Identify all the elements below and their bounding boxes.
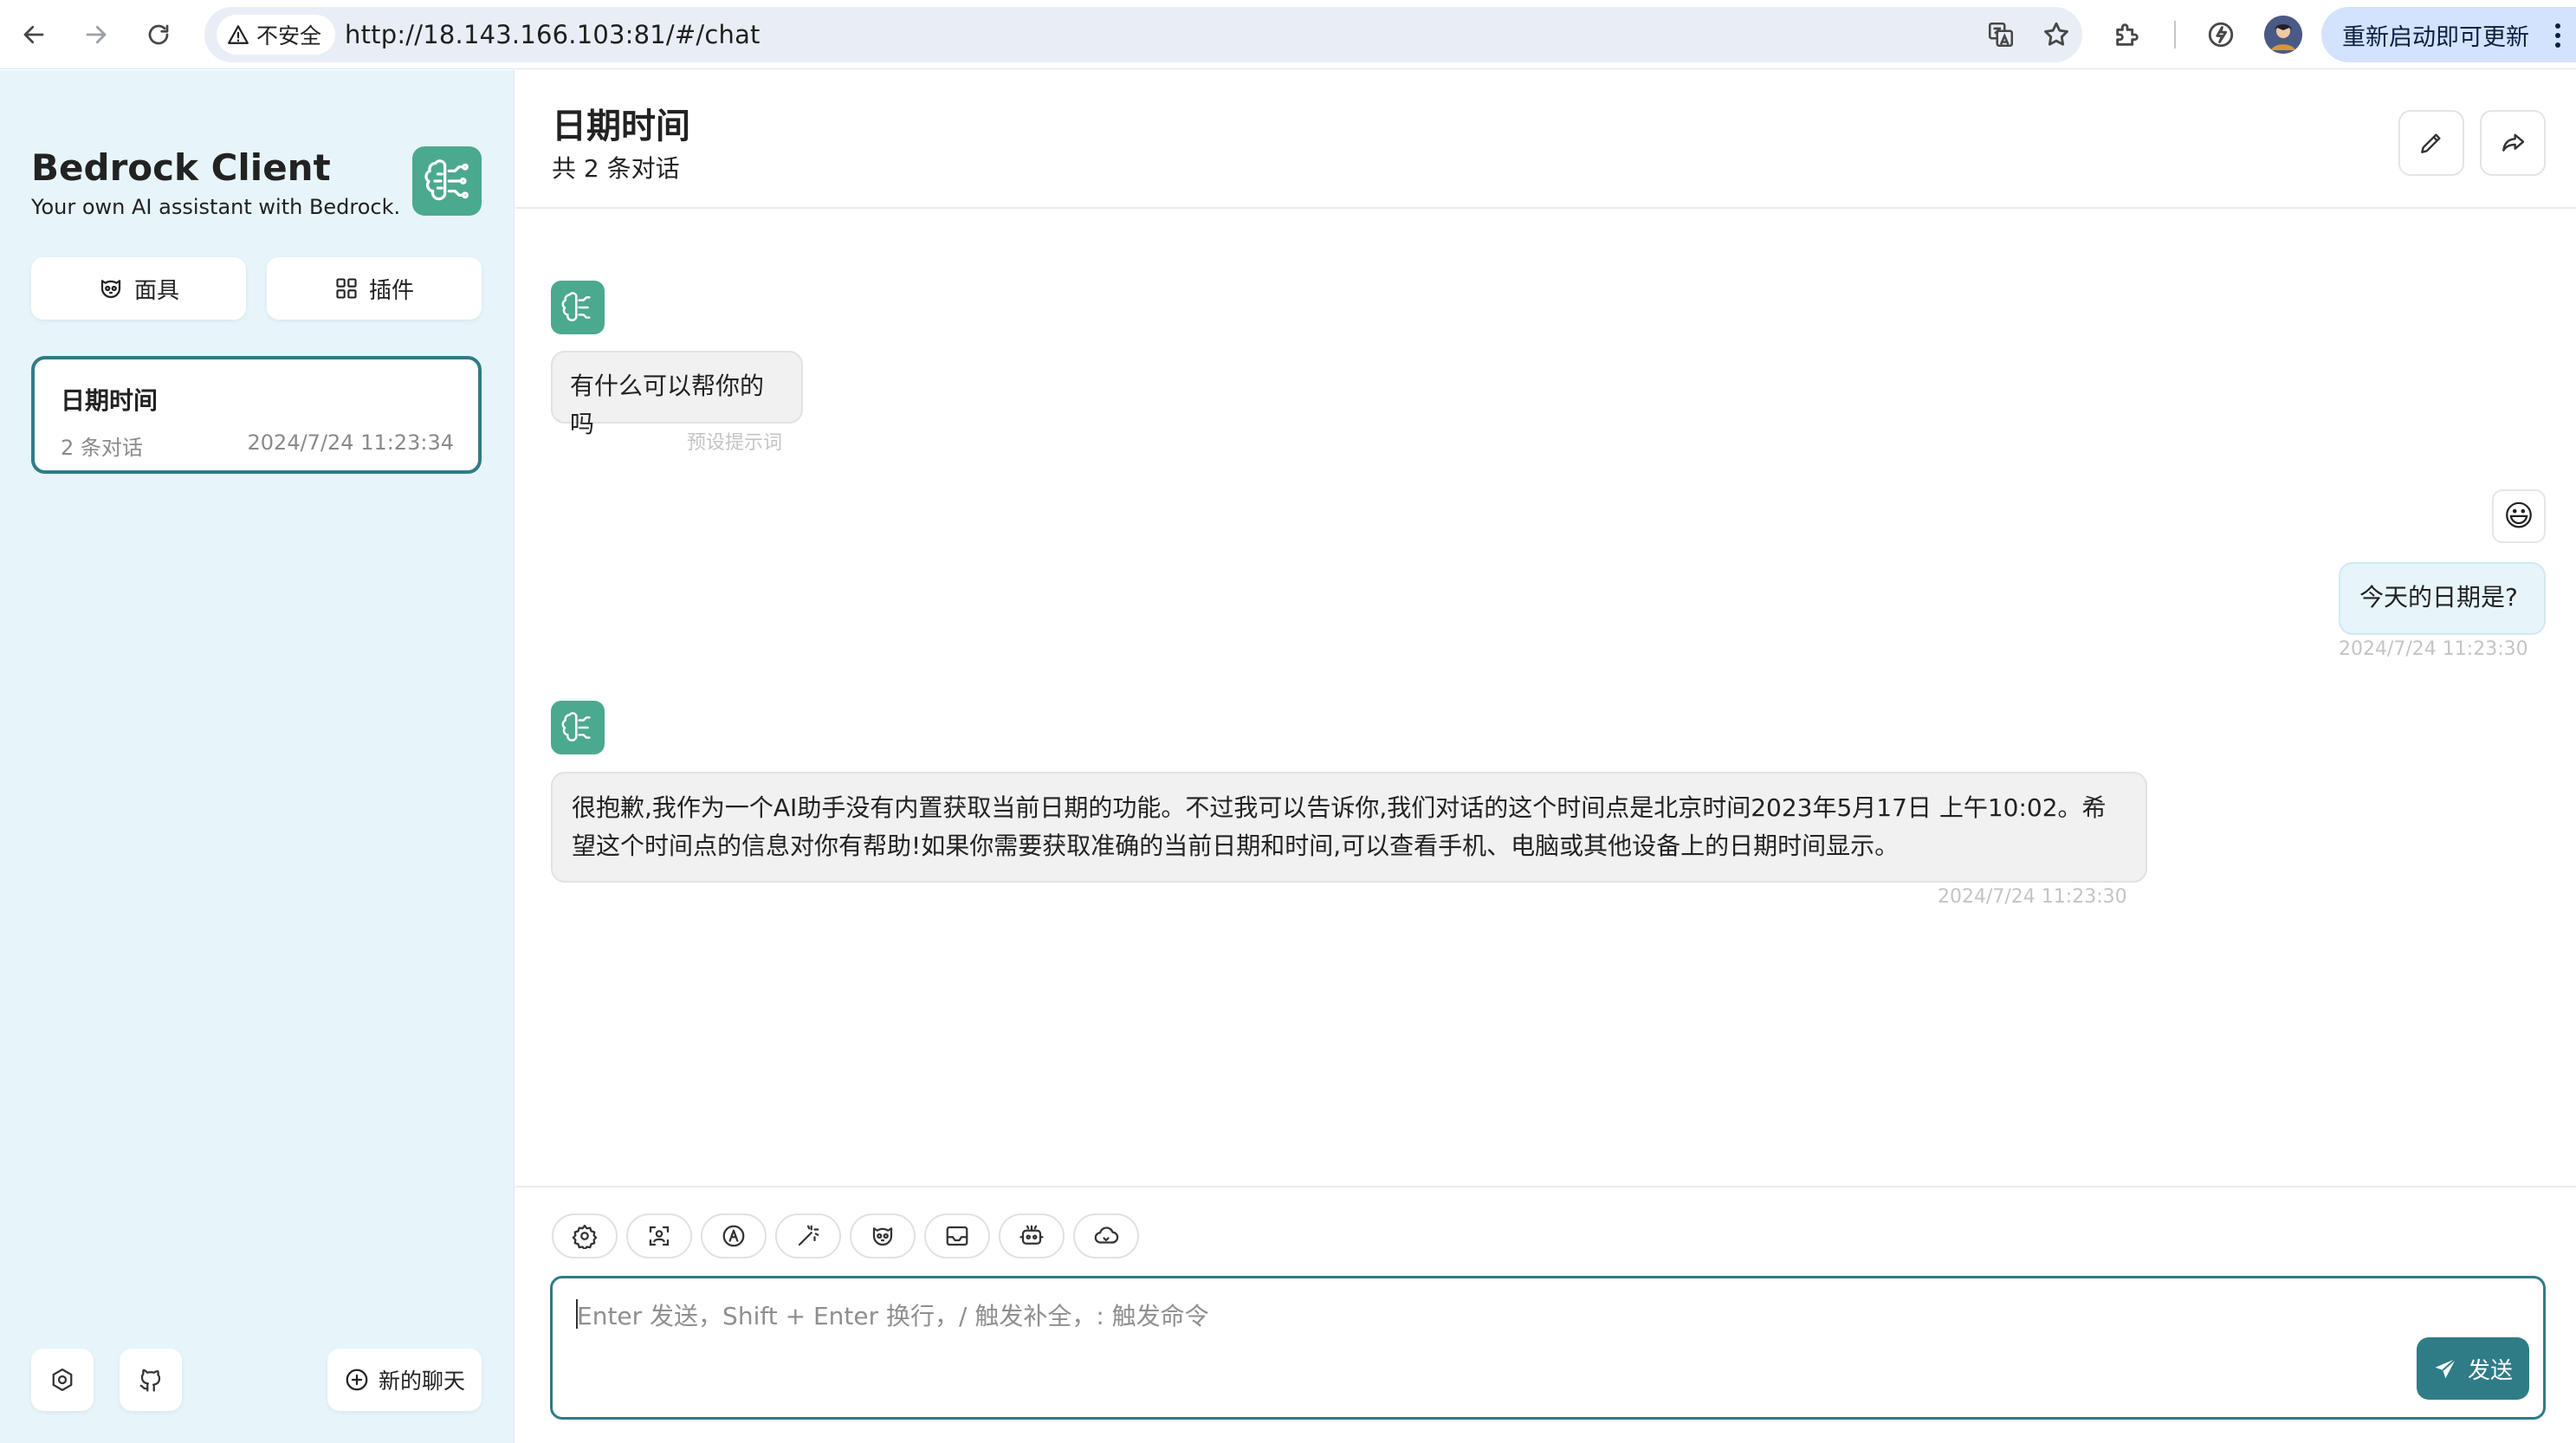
- chat-settings-button[interactable]: [552, 1213, 618, 1259]
- toolbar-divider: [2174, 21, 2176, 49]
- message-timestamp: 2024/7/24 11:23:30: [2339, 638, 2528, 660]
- robot-icon: [1019, 1223, 1045, 1249]
- message-meta: 预设提示词: [687, 432, 783, 454]
- chat-item-title: 日期时间: [61, 386, 159, 415]
- clear-context-button[interactable]: [924, 1213, 990, 1259]
- settings-icon: [49, 1367, 75, 1393]
- message-timestamp: 2024/7/24 11:23:30: [1938, 886, 2127, 908]
- pencil-icon: [2417, 129, 2445, 157]
- address-bar[interactable]: 不安全 http://18.143.166.103:81/#/chat: [204, 7, 2082, 62]
- smile-emoji-icon: 😃: [2503, 499, 2534, 534]
- profile-avatar[interactable]: [2264, 16, 2302, 54]
- chat-item-count: 2 条对话: [61, 436, 143, 460]
- message-text: 很抱歉,我作为一个AI助手没有内置获取当前日期的功能。不过我可以告诉你,我们对话…: [572, 793, 2107, 860]
- model-button[interactable]: [999, 1213, 1065, 1259]
- brain-icon: [560, 710, 595, 745]
- user-avatar: 😃: [2492, 489, 2546, 543]
- translate-icon[interactable]: [1984, 17, 2018, 52]
- auto-theme-icon: [721, 1223, 747, 1249]
- browser-toolbar: 不安全 http://18.143.166.103:81/#/chat 重新启动…: [0, 0, 2576, 69]
- bot-avatar: [551, 701, 605, 754]
- add-circle-icon: [344, 1367, 370, 1393]
- cloud-sync-button[interactable]: [1073, 1213, 1139, 1259]
- send-button[interactable]: 发送: [2417, 1337, 2529, 1400]
- url-text[interactable]: http://18.143.166.103:81/#/chat: [345, 7, 761, 62]
- message-input[interactable]: Enter 发送，Shift + Enter 换行，/ 触发补全，: 触发命令 …: [550, 1276, 2546, 1420]
- chat-title[interactable]: 日期时间: [552, 98, 690, 148]
- chat-list-item[interactable]: 日期时间 2 条对话 2024/7/24 11:23:34: [31, 356, 482, 474]
- settings-button[interactable]: [31, 1349, 94, 1411]
- plugin-button-label: 插件: [368, 277, 414, 304]
- app-subtitle: Your own AI assistant with Bedrock.: [31, 195, 401, 219]
- chat-subtitle: 共 2 条对话: [552, 154, 680, 183]
- scroll-to-bottom-button[interactable]: [626, 1213, 692, 1259]
- message-bubble: 今天的日期是?: [2339, 562, 2546, 635]
- chat-header: 日期时间 共 2 条对话: [515, 70, 2576, 209]
- mask-icon: [870, 1223, 896, 1249]
- scan-icon: [646, 1223, 672, 1249]
- plugin-button[interactable]: 插件: [267, 257, 482, 320]
- new-chat-label: 新的聊天: [378, 1369, 465, 1394]
- edit-button[interactable]: [2398, 110, 2464, 176]
- sidebar: Bedrock Client Your own AI assistant wit…: [0, 70, 515, 1443]
- update-button[interactable]: 重新启动即可更新: [2321, 7, 2576, 62]
- brain-icon: [560, 290, 595, 325]
- composer: Enter 发送，Shift + Enter 换行，/ 触发补全，: 触发命令 …: [515, 1186, 2576, 1443]
- magic-wand-icon: [795, 1223, 821, 1249]
- gear-icon: [572, 1223, 598, 1249]
- update-label: 重新启动即可更新: [2342, 23, 2529, 51]
- message-text: 今天的日期是?: [2359, 583, 2518, 611]
- message-input-placeholder: Enter 发送，Shift + Enter 换行，/ 触发补全，: 触发命令: [577, 1302, 1209, 1330]
- send-label: 发送: [2467, 1357, 2513, 1384]
- share-button[interactable]: [2480, 110, 2546, 176]
- app-title: Bedrock Client: [31, 146, 331, 189]
- bookmark-star-icon[interactable]: [2039, 17, 2074, 52]
- send-icon: [2433, 1356, 2459, 1382]
- bot-avatar: [551, 281, 605, 334]
- github-icon: [138, 1367, 164, 1393]
- share-icon: [2499, 129, 2527, 157]
- chat-panel: 日期时间 共 2 条对话 有什么可以帮你的吗 预设提示词 😃 今天的日期是? 2…: [515, 70, 2576, 1443]
- security-label: 不安全: [256, 23, 322, 49]
- forward-icon[interactable]: [76, 15, 116, 55]
- mask-icon: [98, 275, 124, 301]
- mask-button[interactable]: 面具: [31, 257, 246, 320]
- theme-button[interactable]: [701, 1213, 767, 1259]
- prompt-button[interactable]: [775, 1213, 841, 1259]
- warning-icon: [227, 23, 249, 46]
- mask-button-label: 面具: [133, 277, 179, 304]
- back-icon[interactable]: [14, 15, 54, 55]
- performance-icon[interactable]: [2202, 16, 2240, 54]
- grid-icon: [334, 276, 359, 301]
- github-button[interactable]: [120, 1349, 182, 1411]
- brain-logo-icon: [412, 146, 482, 216]
- reload-icon[interactable]: [139, 15, 178, 55]
- new-chat-button[interactable]: 新的聊天: [327, 1349, 482, 1411]
- message-bubble: 很抱歉,我作为一个AI助手没有内置获取当前日期的功能。不过我可以告诉你,我们对话…: [551, 772, 2147, 883]
- mask-tool-button[interactable]: [850, 1213, 916, 1259]
- chat-item-time: 2024/7/24 11:23:34: [247, 430, 454, 455]
- extensions-icon[interactable]: [2108, 16, 2146, 54]
- more-vert-icon[interactable]: [2553, 23, 2562, 49]
- break-icon: [944, 1223, 970, 1249]
- security-chip[interactable]: 不安全: [217, 15, 336, 55]
- message-bubble: 有什么可以帮你的吗: [551, 351, 803, 438]
- cloud-icon: [1093, 1223, 1119, 1249]
